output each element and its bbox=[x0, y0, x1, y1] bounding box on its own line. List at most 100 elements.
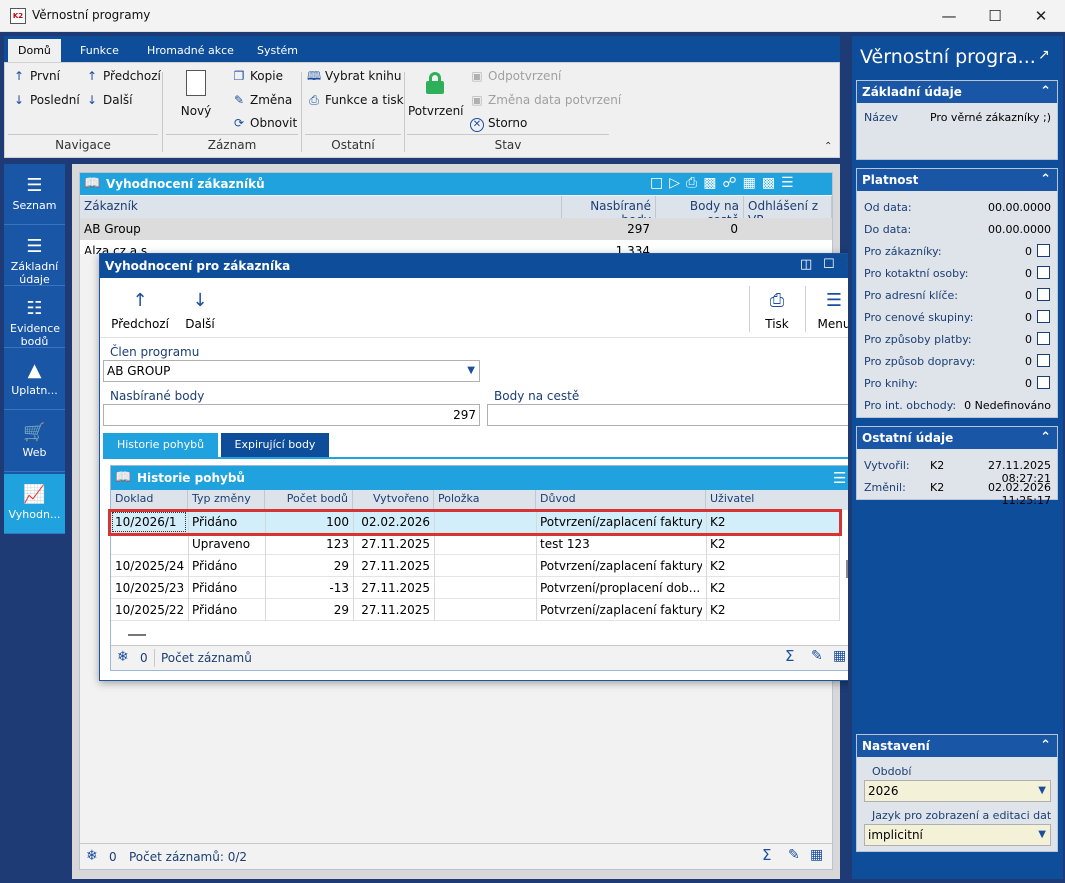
sum-icon[interactable]: Σ bbox=[785, 647, 794, 665]
col-item[interactable]: Položka bbox=[434, 490, 536, 510]
minimize-button[interactable]: — bbox=[926, 0, 972, 32]
points-field[interactable]: 297 bbox=[103, 404, 480, 426]
cell-reason: Potvrzení/proplacení dob... bbox=[540, 581, 701, 595]
pencil-icon[interactable]: ✎ bbox=[811, 648, 823, 664]
col-customer[interactable]: Zákazník bbox=[80, 196, 562, 218]
sidebar-item-basic[interactable]: ☰ Základní údaje bbox=[4, 226, 65, 286]
member-select[interactable]: AB GROUP ▼ bbox=[103, 360, 480, 382]
grid-settings-icon[interactable]: ▦ bbox=[810, 847, 823, 863]
change-date-button[interactable]: ▣ Změna data potvrzení bbox=[470, 93, 621, 107]
col-user[interactable]: Uživatel bbox=[706, 490, 839, 510]
sidebar-item-evidence[interactable]: ☷ Evidence bodů bbox=[4, 288, 65, 348]
menu-lines-icon[interactable]: ☰ bbox=[833, 469, 846, 487]
cell-user: K2 bbox=[710, 537, 726, 551]
col-transit[interactable]: Body na cestě bbox=[656, 196, 744, 227]
table-row[interactable]: AB Group 297 0 bbox=[80, 218, 832, 240]
dialog-title: Vyhodnocení pro zákazníka bbox=[105, 259, 291, 273]
dialog-next-button[interactable]: ↓ Další bbox=[178, 290, 222, 331]
chevron-up-icon[interactable]: ⌃ bbox=[1040, 427, 1051, 449]
tab-expiring[interactable]: Expirující body bbox=[221, 433, 329, 457]
cell-user: K2 bbox=[710, 559, 726, 573]
edit-button[interactable]: ✎ Změna bbox=[232, 93, 292, 107]
validity-checkbox[interactable] bbox=[1037, 354, 1050, 367]
tab-history[interactable]: Historie pohybů bbox=[103, 433, 218, 457]
chevron-up-icon[interactable]: ⌃ bbox=[1040, 169, 1051, 191]
validity-checkbox[interactable] bbox=[1037, 288, 1050, 301]
horizontal-scrollbar[interactable] bbox=[128, 634, 146, 636]
grid-settings-icon[interactable]: ▦ bbox=[833, 648, 846, 664]
cancel-button[interactable]: ✕ Storno bbox=[470, 116, 527, 132]
printer-icon: ⎙ bbox=[769, 290, 785, 311]
panel-toolbar-icons[interactable]: □▷⎙▩☍▦▩☰ bbox=[650, 175, 800, 191]
copy-button[interactable]: ❐ Kopie bbox=[232, 69, 283, 83]
col-type[interactable]: Typ změny bbox=[188, 490, 265, 510]
new-button[interactable]: Nový bbox=[176, 70, 216, 118]
col-unsub[interactable]: Odhlášení z VP bbox=[744, 196, 832, 227]
unconfirm-button[interactable]: ▣ Odpotvrzení bbox=[470, 69, 561, 83]
collapse-ribbon-icon[interactable]: ⌃ bbox=[824, 141, 832, 152]
close-button[interactable]: ✕ bbox=[1018, 0, 1064, 32]
ribbon-tab-functions[interactable]: Funkce bbox=[70, 39, 129, 62]
validity-checkbox[interactable] bbox=[1037, 376, 1050, 389]
dialog-prev-button[interactable]: ↑ Předchozí bbox=[108, 290, 172, 331]
dialog-print-button[interactable]: ⎙ Tisk bbox=[756, 290, 798, 331]
sum-icon[interactable]: Σ bbox=[762, 846, 771, 864]
maximize-icon[interactable]: ☐ bbox=[823, 257, 835, 272]
ribbon-tab-system[interactable]: Systém bbox=[247, 39, 308, 62]
language-select[interactable]: implicitní ▼ bbox=[864, 824, 1051, 846]
window-titlebar: K2 Věrnostní programy — ☐ ✕ bbox=[0, 0, 1065, 32]
snowflake-icon[interactable]: ❄ bbox=[117, 649, 129, 665]
pencil-icon[interactable]: ✎ bbox=[788, 847, 800, 863]
dropdown-icon[interactable]: ▼ bbox=[1038, 825, 1046, 845]
sidebar-item-redeem[interactable]: ▲ Uplatn... bbox=[4, 350, 65, 410]
col-doc[interactable]: Doklad bbox=[111, 490, 188, 510]
chevron-up-icon[interactable]: ⌃ bbox=[1040, 81, 1051, 103]
validity-section-header[interactable]: Platnost ⌃ bbox=[857, 169, 1057, 191]
prev-button[interactable]: ↑ Předchozí bbox=[85, 69, 161, 83]
col-count[interactable]: Počet bodů bbox=[265, 490, 353, 510]
maximize-button[interactable]: ☐ bbox=[972, 0, 1018, 32]
validity-checkbox[interactable] bbox=[1037, 244, 1050, 257]
validity-checkbox[interactable] bbox=[1037, 332, 1050, 345]
group-label-record: Záznam bbox=[207, 138, 257, 152]
app-icon: K2 bbox=[10, 8, 26, 24]
book-icon: 📖 bbox=[84, 176, 101, 191]
basic-section-header[interactable]: Základní údaje ⌃ bbox=[857, 81, 1057, 103]
func-print-button[interactable]: ⎙ Funkce a tisk bbox=[307, 93, 403, 107]
refresh-button[interactable]: ⟳ Obnovit bbox=[232, 116, 297, 130]
refresh-icon: ⟳ bbox=[233, 116, 245, 130]
col-reason[interactable]: Důvod bbox=[536, 490, 706, 510]
main-status-bar: ❄ 0 Počet záznamů: 0/2 Σ ✎ ▦ bbox=[80, 843, 832, 869]
new-document-icon bbox=[186, 70, 206, 96]
ribbon-tab-bulk[interactable]: Hromadné akce bbox=[137, 39, 244, 62]
table-row[interactable]: Alza.cz a.s. 1 334 bbox=[80, 240, 832, 254]
other-section-header[interactable]: Ostatní údaje ⌃ bbox=[857, 427, 1057, 449]
validity-checkbox[interactable] bbox=[1037, 310, 1050, 323]
snowflake-icon[interactable]: ❄ bbox=[86, 848, 98, 864]
settings-section-header[interactable]: Nastavení ⌃ bbox=[857, 735, 1057, 757]
arrow-up-icon: ↑ bbox=[132, 290, 148, 311]
restore-icon[interactable]: ◫ bbox=[800, 257, 812, 272]
sidebar-item-evaluation[interactable]: 📈 Vyhodn... bbox=[4, 474, 65, 534]
next-button[interactable]: ↓ Další bbox=[85, 93, 133, 107]
period-select[interactable]: 2026 ▼ bbox=[864, 780, 1051, 802]
sidebar-item-list[interactable]: ☰ Seznam bbox=[4, 165, 65, 225]
col-points[interactable]: Nasbírané body bbox=[562, 196, 656, 227]
col-created[interactable]: Vytvořeno bbox=[353, 490, 434, 510]
validity-checkbox[interactable] bbox=[1037, 266, 1050, 279]
last-button[interactable]: ↓ Poslední bbox=[12, 93, 80, 107]
ribbon-tab-home[interactable]: Domů bbox=[8, 39, 61, 62]
confirm-button[interactable]: Potvrzení bbox=[408, 72, 464, 118]
cell-user: K2 bbox=[710, 603, 726, 617]
chevron-up-icon[interactable]: ⌃ bbox=[1040, 735, 1051, 757]
dropdown-icon[interactable]: ▼ bbox=[1038, 781, 1046, 801]
sidebar-item-web[interactable]: 🛒 Web bbox=[4, 412, 65, 472]
popout-icon[interactable]: ↗ bbox=[1038, 47, 1050, 63]
detail-pane-title: Věrnostní progra... bbox=[860, 46, 1036, 68]
cell-created: 27.11.2025 bbox=[361, 559, 430, 573]
arrow-up-icon: ↑ bbox=[13, 69, 25, 83]
transit-field[interactable]: 0 bbox=[487, 404, 862, 426]
dropdown-icon[interactable]: ▼ bbox=[467, 361, 475, 381]
choose-book-button[interactable]: 🕮 Vybrat knihu bbox=[307, 69, 402, 83]
first-button[interactable]: ↑ První bbox=[12, 69, 60, 83]
